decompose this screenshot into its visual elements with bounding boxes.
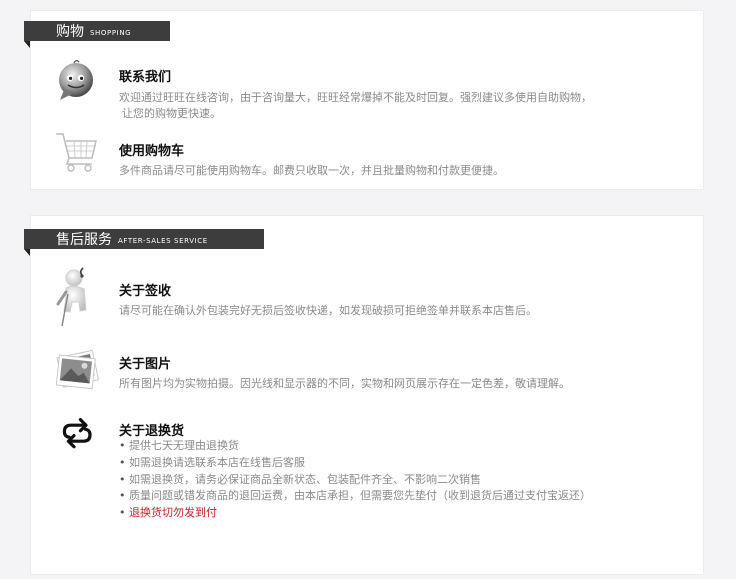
returns-title: 关于退换货	[119, 424, 185, 439]
shopping-cart-icon	[56, 133, 98, 172]
contact-us-desc-line: 欢迎通过旺旺在线咨询，由于咨询量大，旺旺经常爆掉不能及时回复。强烈建议多使用自助…	[119, 91, 592, 104]
contact-us-desc-line: 让您的购物更快速。	[122, 107, 221, 120]
signing-title: 关于签收	[119, 284, 172, 299]
section-title: 购物	[56, 24, 84, 40]
returns-item: 关于退换货 提供七天无理由退换货 如需退换请选联系本店在线售后客服 如需退换货，…	[52, 418, 672, 538]
section-subtitle: AFTER-SALES SERVICE	[118, 236, 208, 245]
contact-us-item: 联系我们 欢迎通过旺旺在线咨询，由于咨询量大，旺旺经常爆掉不能及时回复。强烈建议…	[52, 58, 652, 120]
contact-us-desc: 欢迎通过旺旺在线咨询，由于咨询量大，旺旺经常爆掉不能及时回复。强烈建议多使用自助…	[119, 90, 592, 122]
use-cart-item: 使用购物车 多件商品请尽可能使用购物车。邮费只收取一次，并且批量购物和付款更便捷…	[52, 128, 652, 178]
list-item: 质量问题或错发商品的退回运费，由本店承担，但需要您先垫付（收到退货后通过支付宝返…	[119, 488, 591, 505]
wangwang-chat-icon	[59, 60, 93, 100]
list-item: 如需退换货，请务必保证商品全新状态、包装配件齐全、不影响二次销售	[119, 472, 591, 489]
pictures-title: 关于图片	[119, 357, 172, 372]
signing-item: 关于签收 请尽可能在确认外包装完好无损后签收快递，如发现破损可拒绝签单并联系本店…	[52, 264, 652, 334]
pictures-item: 关于图片 所有图片均为实物拍摄。因光线和显示器的不同，实物和网页展示存在一定色差…	[52, 345, 652, 395]
pictures-desc: 所有图片均为实物拍摄。因光线和显示器的不同，实物和网页展示存在一定色差，敬请理解…	[119, 377, 570, 390]
photo-stack-icon	[55, 349, 100, 390]
section-subtitle: SHOPPING	[90, 28, 132, 37]
after-sales-section-header: 售后服务 AFTER-SALES SERVICE	[24, 229, 264, 256]
use-cart-desc: 多件商品请尽可能使用购物车。邮费只收取一次，并且批量购物和付款更便捷。	[119, 164, 504, 177]
shopping-section-header: 购物 SHOPPING	[24, 21, 170, 48]
section-title: 售后服务	[56, 232, 112, 248]
list-item: 提供七天无理由退换货	[119, 438, 591, 455]
signing-desc: 请尽可能在确认外包装完好无损后签收快递，如发现破损可拒绝签单并联系本店售后。	[119, 304, 537, 317]
list-item-warning: 退换货切勿发到付	[119, 505, 591, 522]
figure-signing-icon	[56, 267, 87, 327]
exchange-arrows-icon	[62, 418, 92, 449]
list-item: 如需退换请选联系本店在线售后客服	[119, 455, 591, 472]
returns-rules-list: 提供七天无理由退换货 如需退换请选联系本店在线售后客服 如需退换货，请务必保证商…	[119, 438, 591, 522]
contact-us-title: 联系我们	[119, 70, 172, 85]
use-cart-title: 使用购物车	[119, 144, 185, 159]
